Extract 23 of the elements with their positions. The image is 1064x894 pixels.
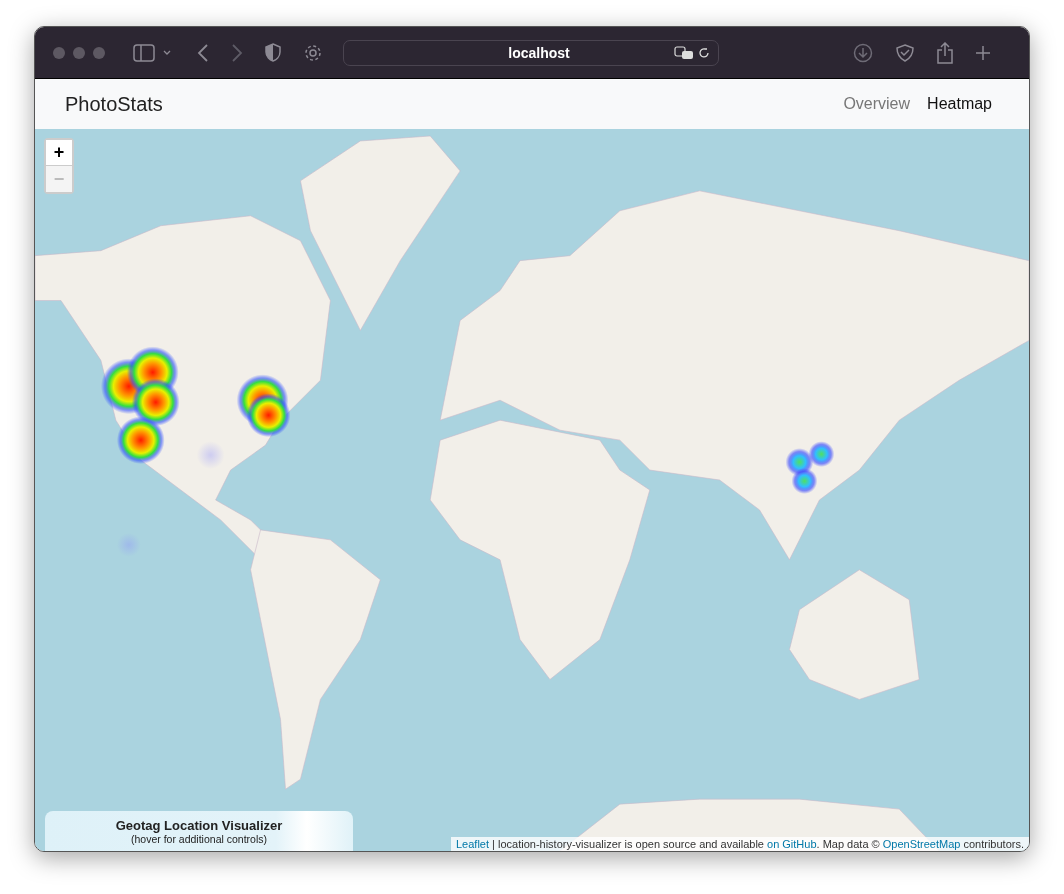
shield-check-icon[interactable]	[895, 42, 915, 63]
share-icon[interactable]	[937, 41, 953, 64]
attribution-link[interactable]: on GitHub	[767, 838, 817, 850]
panel-title: Geotag Location Visualizer	[115, 817, 283, 833]
nav-link[interactable]: Heatmap	[927, 95, 992, 113]
chevron-down-icon[interactable]	[163, 49, 171, 56]
shield-icon[interactable]	[265, 43, 281, 62]
nav-link[interactable]: Overview	[843, 95, 911, 113]
sidebar-icon[interactable]	[133, 43, 155, 62]
reload-icon[interactable]	[698, 46, 710, 59]
panel-hint: (hover for additional controls)	[131, 832, 267, 845]
settings-icon[interactable]	[303, 42, 323, 63]
translate-icon[interactable]	[674, 45, 694, 60]
info-panel[interactable]: Geotag Location Visualizer (hover for additional controls)	[45, 811, 353, 851]
address-field[interactable]: localhost	[343, 39, 719, 66]
brand-link[interactable]: PhotoStats	[65, 92, 163, 116]
back-icon[interactable]	[197, 43, 209, 62]
attribution-link[interactable]: OpenStreetMap	[882, 838, 961, 850]
new-tab-icon[interactable]	[975, 44, 991, 61]
attribution-link[interactable]: Leaflet	[456, 838, 489, 850]
zoom-button[interactable]: +	[46, 140, 72, 166]
attribution-text: Leaflet | location-history-visualizer is open source and available on GitHub. Map data © OpenStreetMap contributors.	[451, 837, 1029, 851]
download-icon[interactable]	[853, 42, 873, 63]
